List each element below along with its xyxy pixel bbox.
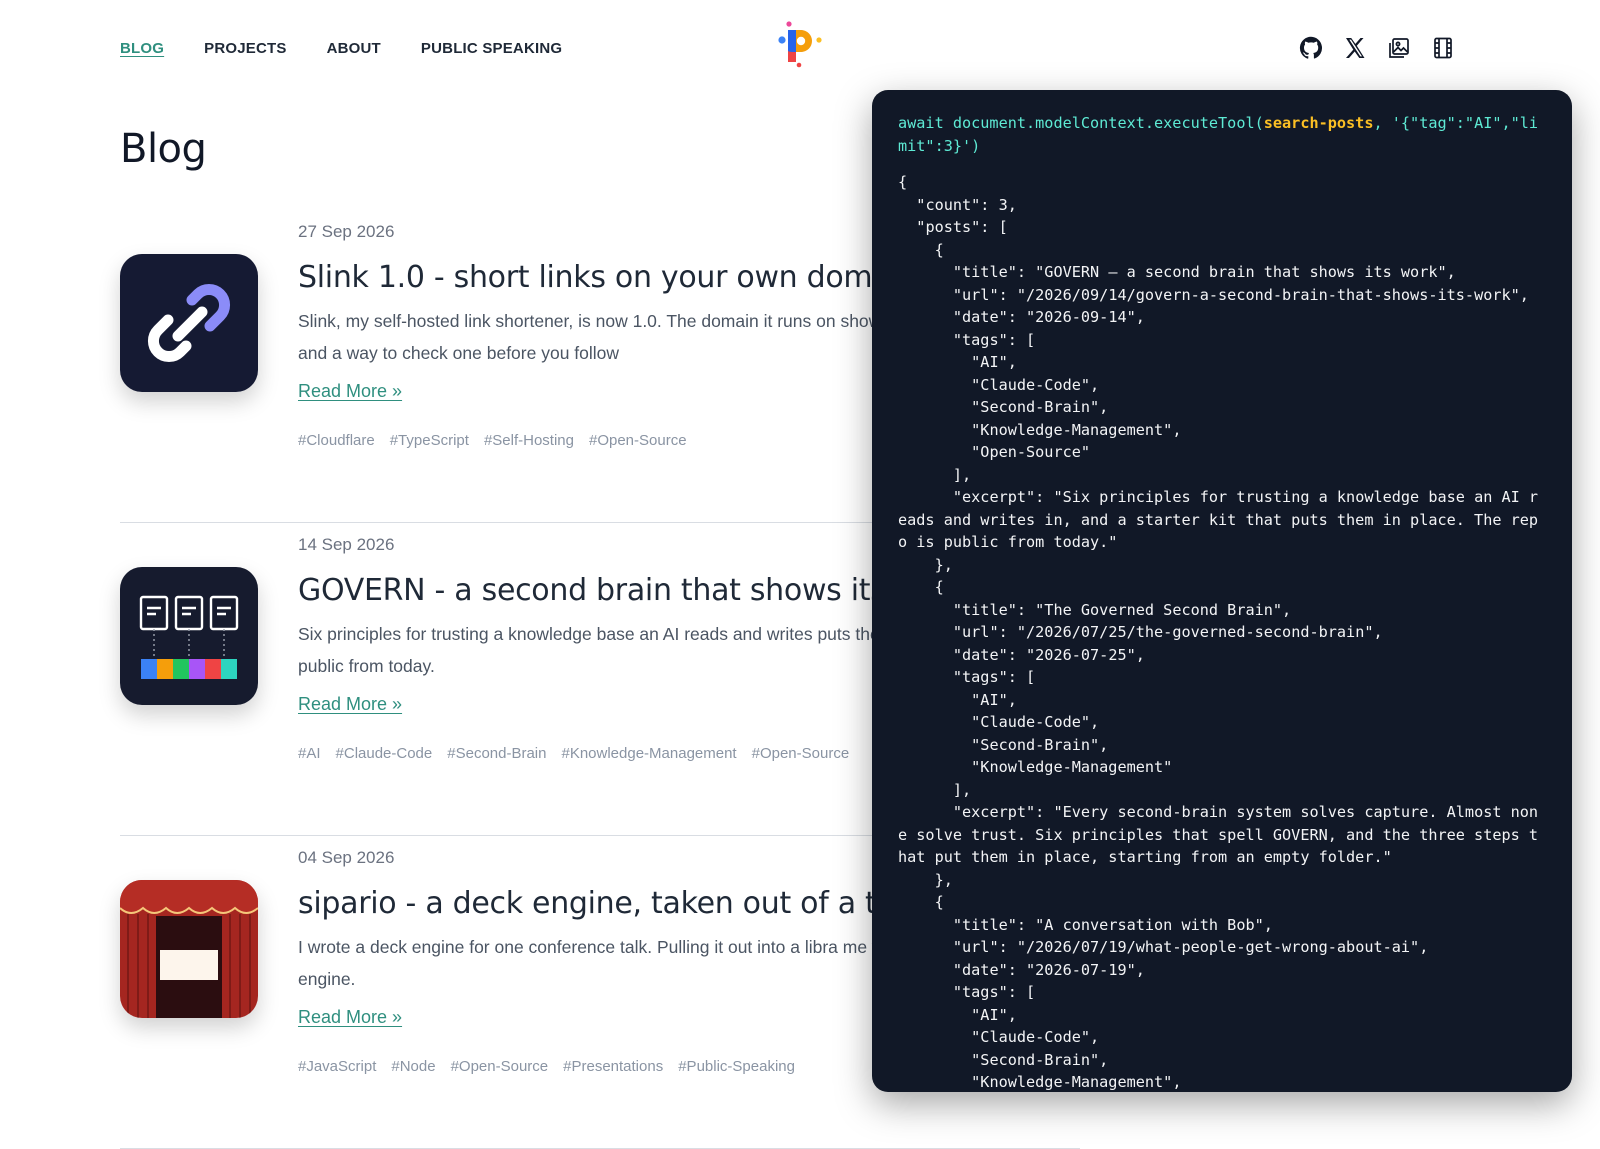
tag-link[interactable]: #Self-Hosting [484, 432, 574, 449]
command-tool-name: search-posts [1263, 114, 1374, 132]
tag-link[interactable]: #AI [298, 745, 321, 762]
notes-board-icon [120, 567, 258, 705]
tag-link[interactable]: #Node [391, 1058, 435, 1075]
github-icon[interactable] [1299, 36, 1323, 60]
post-thumbnail[interactable] [120, 567, 258, 705]
x-icon[interactable] [1343, 36, 1367, 60]
site-logo[interactable] [774, 18, 826, 70]
read-more-link[interactable]: Read More » [298, 694, 402, 715]
stage-curtain-icon [120, 880, 258, 1018]
tag-link[interactable]: #JavaScript [298, 1058, 376, 1075]
tag-link[interactable]: #Open-Source [752, 745, 850, 762]
nav-about[interactable]: ABOUT [327, 40, 381, 57]
tag-link[interactable]: #Cloudflare [298, 432, 375, 449]
page-title: Blog [120, 126, 207, 172]
gallery-icon[interactable] [1387, 36, 1411, 60]
console-output: { "count": 3, "posts": [ { "title": "GOV… [898, 173, 1539, 1091]
post-thumbnail[interactable] [120, 254, 258, 392]
film-icon[interactable] [1431, 36, 1455, 60]
tag-link[interactable]: #Second-Brain [447, 745, 546, 762]
console-panel[interactable]: await document.modelContext.executeTool(… [872, 90, 1572, 1092]
main-nav: BLOG PROJECTS ABOUT PUBLIC SPEAKING [120, 40, 562, 57]
tag-link[interactable]: #Claude-Code [336, 745, 433, 762]
nav-projects[interactable]: PROJECTS [204, 40, 286, 57]
read-more-link[interactable]: Read More » [298, 1007, 402, 1028]
tag-link[interactable]: #Public-Speaking [678, 1058, 795, 1075]
social-links [1299, 36, 1455, 60]
nav-blog[interactable]: BLOG [120, 40, 164, 57]
tag-link[interactable]: #Open-Source [589, 432, 687, 449]
read-more-link[interactable]: Read More » [298, 381, 402, 402]
console-command: await document.modelContext.executeTool(… [898, 114, 1538, 155]
command-prefix: await document.modelContext.executeTool( [898, 114, 1264, 132]
console-text: await document.modelContext.executeTool(… [872, 90, 1572, 1092]
post-thumbnail[interactable] [120, 880, 258, 1018]
nav-public-speaking[interactable]: PUBLIC SPEAKING [421, 40, 562, 57]
tag-link[interactable]: #Presentations [563, 1058, 663, 1075]
tag-link[interactable]: #TypeScript [390, 432, 469, 449]
chain-link-icon [120, 254, 258, 392]
tag-link[interactable]: #Open-Source [451, 1058, 549, 1075]
tag-link[interactable]: #Knowledge-Management [561, 745, 736, 762]
console-gap [898, 157, 1546, 171]
